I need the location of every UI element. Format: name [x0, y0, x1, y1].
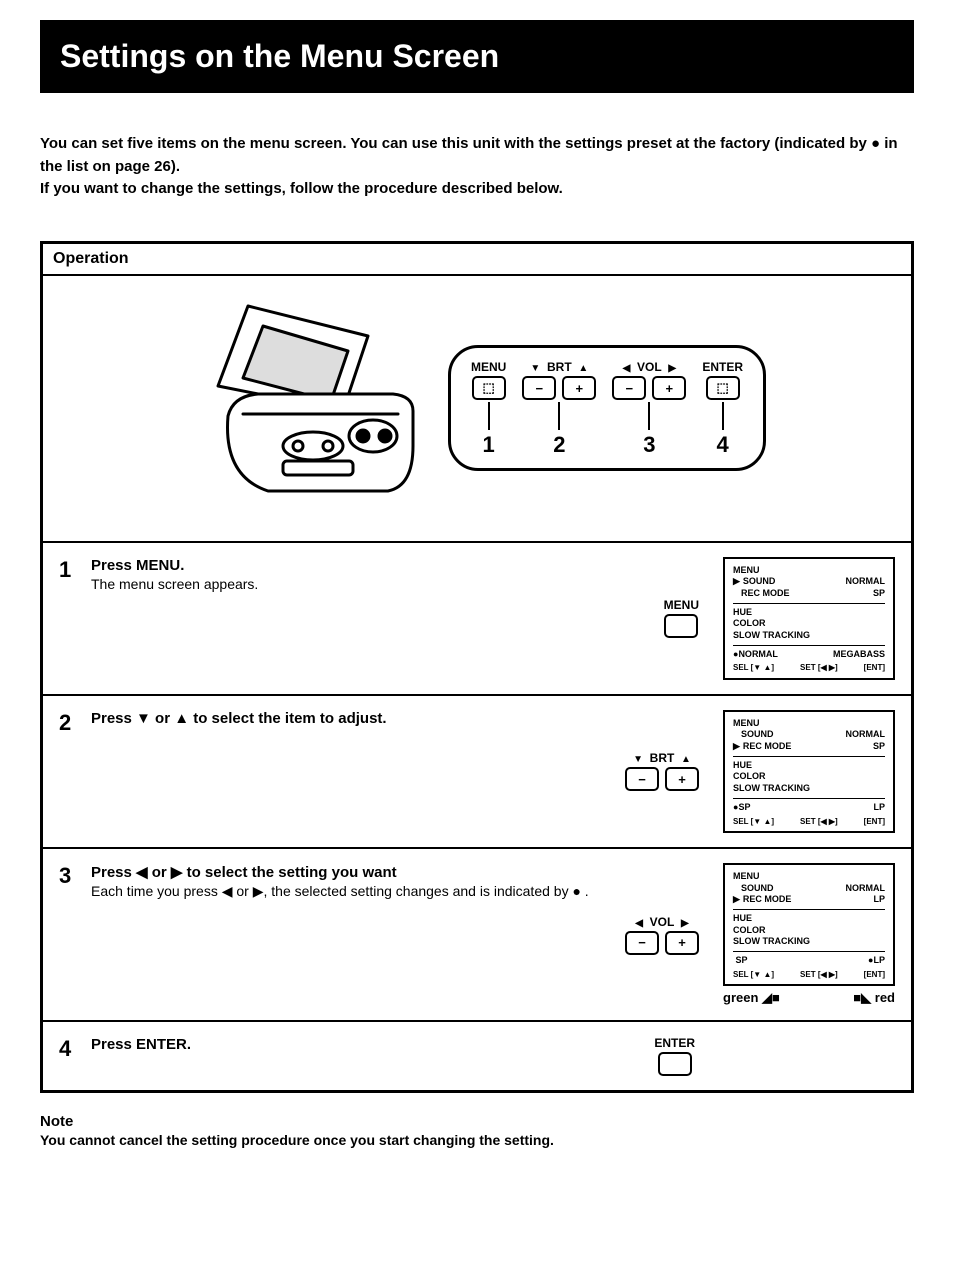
callout-num-2: 2 — [553, 432, 565, 458]
step-1-button-illus: MENU — [664, 598, 699, 638]
step-1-osd: MENU ▶SOUNDNORMAL REC MODESP HUE COLOR S… — [723, 557, 895, 680]
operation-diagram: MENU ⬚ 1 ▼ BRT ▲ − + 2 ◀ VOL ▶ — [43, 274, 911, 543]
step-4: 4 Press ENTER. ENTER — [43, 1022, 911, 1090]
step-3-desc: Each time you press ◀ or ▶, the selected… — [91, 883, 615, 900]
brt-button-group: ▼ BRT ▲ − + 2 — [522, 360, 596, 458]
intro-text: You can set five items on the menu scree… — [40, 133, 914, 201]
enter-label: ENTER — [702, 360, 743, 374]
step-2-osd: MENU SOUNDNORMAL ▶REC MODESP HUE COLOR S… — [723, 710, 895, 833]
intro-line-2: If you want to change the settings, foll… — [40, 178, 914, 201]
vol-button-group: ◀ VOL ▶ − + 3 — [612, 360, 686, 458]
step-3-right-button[interactable]: + — [665, 931, 699, 955]
callout-num-3: 3 — [643, 432, 655, 458]
step-2-down-button[interactable]: − — [625, 767, 659, 791]
step-3-num: 3 — [59, 863, 81, 1006]
vol-down-button[interactable]: − — [612, 376, 646, 400]
menu-label: MENU — [471, 360, 506, 374]
operation-box: Operation — [40, 241, 914, 1094]
step-2: 2 Press ▼ or ▲ to select the item to adj… — [43, 696, 911, 849]
brt-down-button[interactable]: − — [522, 376, 556, 400]
step-3-osd: MENU SOUNDNORMAL ▶REC MODELP HUE COLOR S… — [723, 863, 895, 986]
step-1-desc: The menu screen appears. — [91, 576, 654, 592]
step-4-title: Press ENTER. — [91, 1036, 644, 1053]
callout-num-4: 4 — [717, 432, 729, 458]
step-3: 3 Press ◀ or ▶ to select the setting you… — [43, 849, 911, 1022]
page-title-bar: Settings on the Menu Screen — [40, 20, 914, 93]
green-label: green ◢■ — [723, 990, 780, 1006]
step-4-num: 4 — [59, 1036, 81, 1076]
intro-line-1: You can set five items on the menu scree… — [40, 133, 914, 178]
step-2-num: 2 — [59, 710, 81, 833]
red-label: ■◣ red — [853, 990, 895, 1006]
step-3-title: Press ◀ or ▶ to select the setting you w… — [91, 863, 615, 881]
step-4-enter-button[interactable] — [658, 1052, 692, 1076]
callout-num-1: 1 — [483, 432, 495, 458]
note-body: You cannot cancel the setting procedure … — [40, 1132, 914, 1148]
enter-button-group: ENTER ⬚ 4 — [702, 360, 743, 458]
menu-button[interactable]: ⬚ — [472, 376, 506, 400]
step-4-button-illus: ENTER — [654, 1036, 695, 1076]
note-title: Note — [40, 1113, 914, 1130]
step-3-left-button[interactable]: − — [625, 931, 659, 955]
step-3-button-illus: ◀ VOL ▶ − + — [625, 915, 699, 955]
brt-up-button[interactable]: + — [562, 376, 596, 400]
color-indicator-row: green ◢■ ■◣ red — [723, 990, 895, 1006]
brt-label: ▼ BRT ▲ — [530, 360, 588, 374]
controls-row: MENU ⬚ 1 ▼ BRT ▲ − + 2 ◀ VOL ▶ — [471, 360, 743, 458]
step-1-num: 1 — [59, 557, 81, 680]
page-title: Settings on the Menu Screen — [60, 38, 499, 74]
step-1: 1 Press MENU. The menu screen appears. M… — [43, 543, 911, 696]
step-2-up-button[interactable]: + — [665, 767, 699, 791]
controls-callout: MENU ⬚ 1 ▼ BRT ▲ − + 2 ◀ VOL ▶ — [448, 345, 766, 471]
step-1-title: Press MENU. — [91, 557, 654, 574]
menu-button-group: MENU ⬚ 1 — [471, 360, 506, 458]
vol-up-button[interactable]: + — [652, 376, 686, 400]
enter-button[interactable]: ⬚ — [706, 376, 740, 400]
vol-label: ◀ VOL ▶ — [623, 360, 676, 374]
step-2-title: Press ▼ or ▲ to select the item to adjus… — [91, 710, 615, 727]
operation-header: Operation — [43, 244, 911, 274]
device-illustration — [188, 296, 428, 521]
step-1-menu-button[interactable] — [664, 614, 698, 638]
step-2-button-illus: ▼ BRT ▲ − + — [625, 751, 699, 791]
note-block: Note You cannot cancel the setting proce… — [40, 1113, 914, 1148]
